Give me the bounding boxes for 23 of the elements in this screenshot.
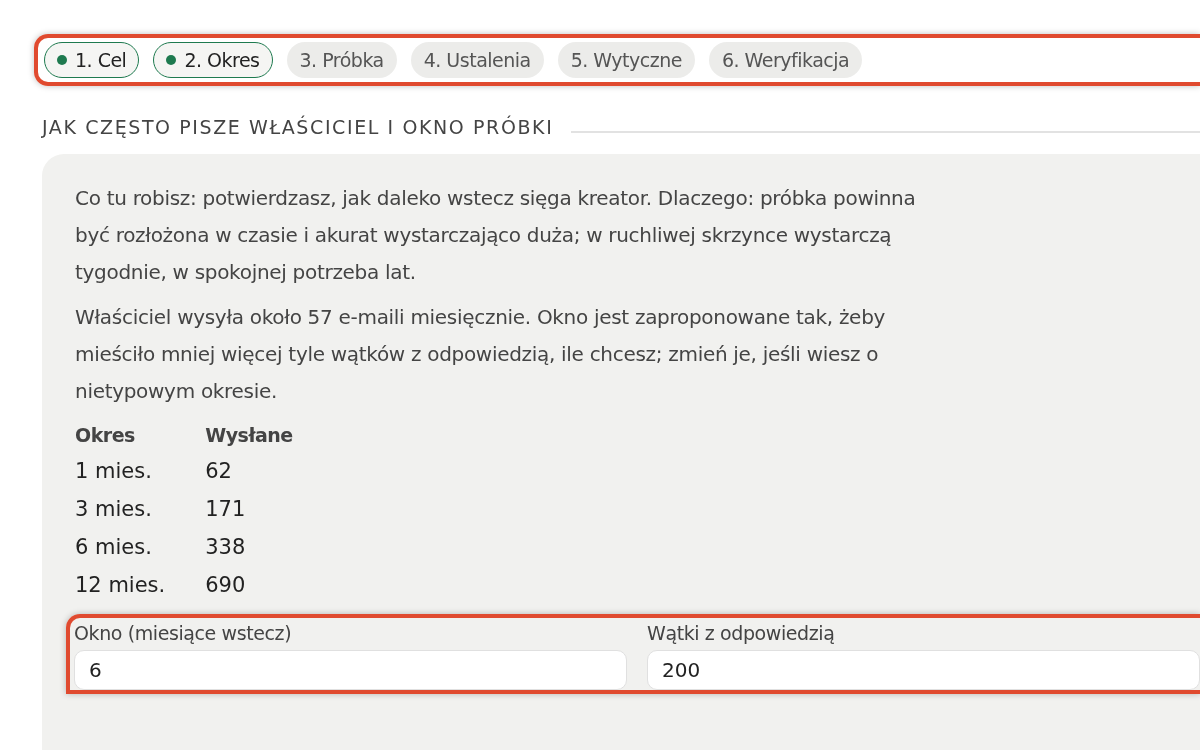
table-cell-text: 338 — [205, 534, 247, 561]
table-cell-text: 1 mies. — [75, 458, 153, 485]
step-tab[interactable]: 6. Weryfikacja — [708, 42, 863, 78]
field-label: Okno (miesiące wstecz) — [74, 622, 293, 644]
paragraph: Co tu robisz: potwierdzasz, jak daleko wstecz sięga kreator. Dlaczego: próbka powinna być rozłożona w czasie i akurat wystarczająco duża; w ruchliwej skrzynce wystarczą tygodnie, w spokojnej potrzeba lat. — [75, 185, 917, 286]
step-tab[interactable]: 3. Próbka — [286, 42, 397, 78]
step-tab[interactable]: 2. Okres — [153, 42, 273, 78]
table-cell-text: 171 — [205, 496, 247, 523]
step-tab[interactable]: 5. Wytyczne — [557, 42, 695, 78]
step-tab[interactable]: 1. Cel — [44, 42, 140, 78]
step-tab[interactable]: 4. Ustalenia — [410, 42, 544, 78]
input-field[interactable]: 200 — [647, 650, 1200, 690]
paragraph: Właściciel wysyła około 57 e-maili miesięcznie. Okno jest zaproponowane tak, żeby mieściło mniej więcej tyle wątków z odpowiedzią, ile chcesz; zmień je, jeśli wiesz o nietypowym okresie. — [75, 304, 887, 405]
table-cell-text: 6 mies. — [75, 534, 153, 561]
table-cell-text: 62 — [205, 458, 233, 485]
section-title: JAK CZĘSTO PISZE WŁAŚCICIEL I OKNO PRÓBKI — [42, 116, 554, 138]
table-cell-text: 3 mies. — [75, 496, 153, 523]
input-field[interactable]: 6 — [74, 650, 627, 690]
table-cell-text: 690 — [205, 572, 247, 599]
table-cell-text: 12 mies. — [75, 572, 167, 599]
column-header: Okres — [75, 418, 206, 452]
field-label: Wątki z odpowiedzią — [647, 622, 836, 644]
column-header: Wysłane — [205, 423, 294, 448]
